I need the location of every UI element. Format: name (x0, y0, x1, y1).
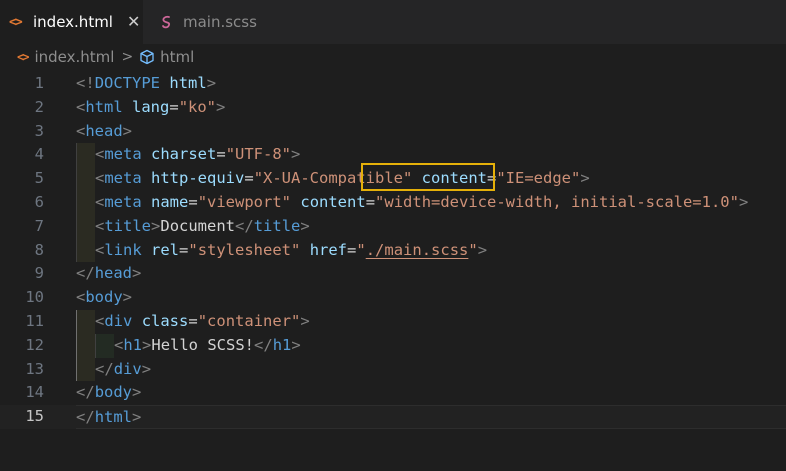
code-text: </html> (76, 408, 142, 427)
breadcrumb-file[interactable]: index.html (34, 48, 114, 66)
code-text: <!DOCTYPE html> (76, 74, 217, 92)
indent-guide (95, 333, 114, 358)
code-text: <meta name="viewport" content="width=dev… (95, 193, 749, 211)
line-number: 8 (34, 240, 44, 259)
breadcrumb-separator: > (121, 49, 134, 65)
indent-guide (76, 357, 95, 382)
code-text: <body> (76, 288, 133, 307)
cube-icon (139, 49, 155, 65)
code-line[interactable]: 15 </html> (0, 405, 786, 429)
code-text: </div> (95, 359, 152, 378)
line-number: 10 (25, 288, 44, 307)
code-editor[interactable]: 1 <!DOCTYPE html> 2 <html lang="ko"> 3 <head>… (0, 72, 786, 471)
code-area[interactable]: <div class="container"> (76, 310, 786, 334)
code-area[interactable]: </head> (76, 262, 786, 286)
code-text: <link rel="stylesheet" href="./main.scss… (95, 240, 488, 259)
indent-guide (76, 167, 95, 191)
line-number: 4 (34, 145, 44, 164)
indent-guide (76, 214, 95, 239)
code-line[interactable]: 10 <body> (0, 286, 786, 310)
breadcrumb: <> index.html > html (0, 44, 786, 70)
code-area[interactable]: <meta charset="UTF-8"> (76, 143, 786, 168)
close-icon[interactable]: ✕ (127, 14, 140, 30)
code-line[interactable]: 1 <!DOCTYPE html> (0, 72, 786, 96)
code-area[interactable]: </html> (76, 405, 786, 429)
indent-guide (76, 310, 95, 334)
html-file-icon: <> (17, 50, 30, 64)
code-text: <h1>Hello SCSS!</h1> (114, 335, 301, 354)
code-area[interactable]: <title>Document</title> (76, 214, 786, 239)
code-line[interactable]: 13 </div> (0, 357, 786, 382)
indent-guide (76, 333, 95, 358)
line-number: 3 (34, 121, 44, 140)
line-number: 9 (34, 264, 44, 283)
indent-guide (76, 191, 95, 215)
breadcrumb-symbol[interactable]: html (160, 48, 194, 66)
indent-guide (76, 238, 95, 263)
code-area[interactable]: </body> (76, 381, 786, 405)
code-area[interactable]: <body> (76, 286, 786, 310)
code-area[interactable]: <meta name="viewport" content="width=dev… (76, 191, 786, 215)
code-text: <meta http-equiv="X-UA-Compatible" conte… (95, 169, 590, 188)
line-number: 5 (34, 169, 44, 188)
tab-index-html[interactable]: <> index.html ✕ (0, 0, 143, 44)
tab-label: main.scss (183, 13, 257, 31)
code-area[interactable]: <!DOCTYPE html> (76, 72, 786, 96)
html-file-icon: <> (9, 14, 23, 30)
code-line[interactable]: 11 <div class="container"> (0, 310, 786, 334)
code-line[interactable]: 3 <head> (0, 120, 786, 144)
line-number: 14 (25, 383, 44, 402)
code-line[interactable]: 2 <html lang="ko"> (0, 96, 786, 120)
code-area[interactable]: <html lang="ko"> (76, 96, 786, 120)
code-text: <html lang="ko"> (76, 97, 226, 116)
code-text: <head> (76, 121, 133, 140)
code-text: </body> (76, 383, 142, 402)
code-area[interactable]: <link rel="stylesheet" href="./main.scss… (76, 238, 786, 263)
line-number: 1 (34, 74, 44, 92)
code-line[interactable]: 6 <meta name="viewport" content="width=de… (0, 191, 786, 215)
editor-tab-bar: <> index.html ✕ main.scss (0, 0, 786, 44)
code-line[interactable]: 8 <link rel="stylesheet" href="./main.scs… (0, 238, 786, 263)
line-number: 6 (34, 193, 44, 211)
code-text: </head> (76, 264, 142, 283)
tab-label: index.html (33, 13, 113, 31)
code-line[interactable]: 4 <meta charset="UTF-8"> (0, 143, 786, 168)
scss-file-icon (159, 14, 175, 30)
code-text: <title>Document</title> (95, 216, 310, 235)
code-line[interactable]: 12 <h1>Hello SCSS!</h1> (0, 333, 786, 358)
line-number: 7 (34, 216, 44, 235)
code-line[interactable]: 7 <title>Document</title> (0, 214, 786, 239)
line-number: 2 (34, 97, 44, 116)
code-area[interactable]: <h1>Hello SCSS!</h1> (76, 333, 786, 358)
tab-main-scss[interactable]: main.scss (143, 0, 273, 44)
line-number: 12 (25, 335, 44, 354)
line-number: 11 (25, 312, 44, 330)
code-area[interactable]: <head> (76, 120, 786, 144)
code-line[interactable]: 5 <meta http-equiv="X-UA-Compatible" cont… (0, 167, 786, 191)
indent-guide (76, 143, 95, 168)
line-number: 13 (25, 359, 44, 378)
code-line[interactable]: 14 </body> (0, 381, 786, 405)
code-area[interactable]: </div> (76, 357, 786, 382)
code-line[interactable]: 9 </head> (0, 262, 786, 286)
code-text: <meta charset="UTF-8"> (95, 145, 301, 164)
code-text: <div class="container"> (95, 312, 310, 330)
line-number: 15 (25, 407, 44, 426)
code-area[interactable]: <meta http-equiv="X-UA-Compatible" conte… (76, 167, 786, 191)
